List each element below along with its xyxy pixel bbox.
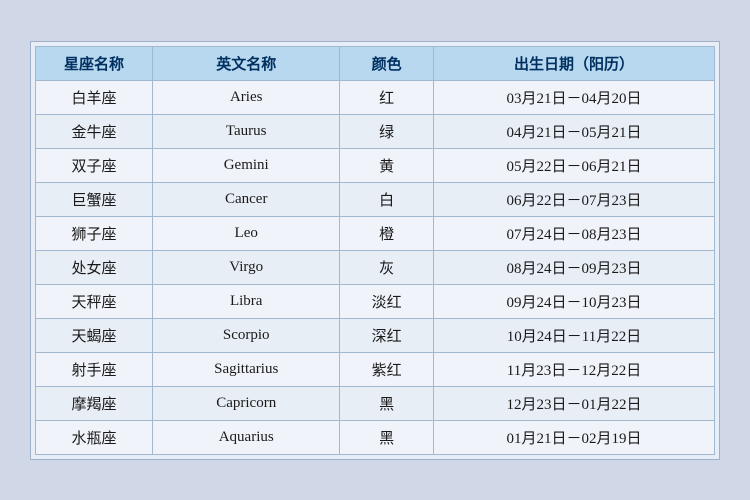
zodiac-table-container: 星座名称 英文名称 颜色 出生日期（阳历） 白羊座Aries红03月21日－04… [30,41,720,460]
cell-date: 06月22日－07月23日 [434,182,715,216]
cell-chinese: 双子座 [36,148,153,182]
cell-english: Aquarius [153,420,340,454]
cell-color: 紫红 [340,352,434,386]
table-row: 双子座Gemini黄05月22日－06月21日 [36,148,715,182]
cell-date: 01月21日－02月19日 [434,420,715,454]
cell-english: Cancer [153,182,340,216]
cell-english: Gemini [153,148,340,182]
cell-chinese: 金牛座 [36,114,153,148]
header-date: 出生日期（阳历） [434,46,715,80]
cell-english: Libra [153,284,340,318]
cell-date: 03月21日－04月20日 [434,80,715,114]
cell-chinese: 白羊座 [36,80,153,114]
zodiac-table: 星座名称 英文名称 颜色 出生日期（阳历） 白羊座Aries红03月21日－04… [35,46,715,455]
table-row: 水瓶座Aquarius黑01月21日－02月19日 [36,420,715,454]
cell-date: 07月24日－08月23日 [434,216,715,250]
header-english: 英文名称 [153,46,340,80]
cell-chinese: 天蝎座 [36,318,153,352]
table-row: 金牛座Taurus绿04月21日－05月21日 [36,114,715,148]
cell-chinese: 巨蟹座 [36,182,153,216]
header-chinese: 星座名称 [36,46,153,80]
cell-color: 深红 [340,318,434,352]
cell-date: 05月22日－06月21日 [434,148,715,182]
cell-english: Scorpio [153,318,340,352]
table-row: 处女座Virgo灰08月24日－09月23日 [36,250,715,284]
table-row: 巨蟹座Cancer白06月22日－07月23日 [36,182,715,216]
table-header-row: 星座名称 英文名称 颜色 出生日期（阳历） [36,46,715,80]
cell-english: Aries [153,80,340,114]
cell-date: 09月24日－10月23日 [434,284,715,318]
table-row: 白羊座Aries红03月21日－04月20日 [36,80,715,114]
cell-color: 红 [340,80,434,114]
cell-color: 淡红 [340,284,434,318]
cell-english: Virgo [153,250,340,284]
cell-chinese: 处女座 [36,250,153,284]
cell-date: 04月21日－05月21日 [434,114,715,148]
table-row: 狮子座Leo橙07月24日－08月23日 [36,216,715,250]
cell-color: 黄 [340,148,434,182]
cell-english: Leo [153,216,340,250]
cell-date: 10月24日－11月22日 [434,318,715,352]
cell-color: 绿 [340,114,434,148]
cell-color: 黑 [340,420,434,454]
table-row: 射手座Sagittarius紫红11月23日－12月22日 [36,352,715,386]
cell-chinese: 摩羯座 [36,386,153,420]
cell-chinese: 狮子座 [36,216,153,250]
table-row: 天秤座Libra淡红09月24日－10月23日 [36,284,715,318]
cell-chinese: 水瓶座 [36,420,153,454]
cell-english: Sagittarius [153,352,340,386]
cell-date: 08月24日－09月23日 [434,250,715,284]
cell-date: 11月23日－12月22日 [434,352,715,386]
cell-color: 黑 [340,386,434,420]
cell-english: Taurus [153,114,340,148]
cell-english: Capricorn [153,386,340,420]
cell-color: 橙 [340,216,434,250]
header-color: 颜色 [340,46,434,80]
table-row: 天蝎座Scorpio深红10月24日－11月22日 [36,318,715,352]
cell-chinese: 天秤座 [36,284,153,318]
table-row: 摩羯座Capricorn黑12月23日－01月22日 [36,386,715,420]
cell-date: 12月23日－01月22日 [434,386,715,420]
cell-color: 白 [340,182,434,216]
cell-color: 灰 [340,250,434,284]
cell-chinese: 射手座 [36,352,153,386]
